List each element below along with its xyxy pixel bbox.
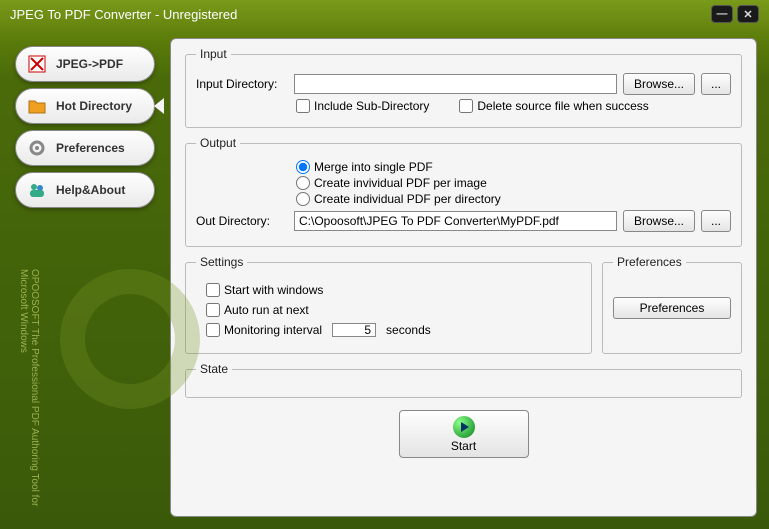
interval-value-field[interactable] <box>332 323 376 337</box>
auto-run-checkbox[interactable]: Auto run at next <box>206 303 581 317</box>
start-button[interactable]: Start <box>399 410 529 458</box>
nav-help-about[interactable]: Help&About <box>15 172 155 208</box>
people-icon <box>26 179 48 201</box>
start-with-windows-checkbox[interactable]: Start with windows <box>206 283 581 297</box>
input-legend: Input <box>196 47 231 61</box>
minimize-button[interactable]: — <box>711 5 733 23</box>
sidebar: JPEG->PDF Hot Directory Preferences Help… <box>0 28 170 529</box>
titlebar: JPEG To PDF Converter - Unregistered — ✕ <box>0 0 769 28</box>
preferences-button[interactable]: Preferences <box>613 297 731 319</box>
decorative-circle <box>60 269 200 409</box>
nav-jpeg-to-pdf[interactable]: JPEG->PDF <box>15 46 155 82</box>
folder-icon <box>26 95 48 117</box>
vertical-brand-text: OPOOSOFT The Professional PDF Authoring … <box>18 269 40 509</box>
play-icon <box>453 416 475 438</box>
state-group: State <box>185 362 742 398</box>
output-legend: Output <box>196 136 240 150</box>
input-browse-button[interactable]: Browse... <box>623 73 695 95</box>
monitoring-interval-checkbox[interactable] <box>206 323 220 337</box>
close-button[interactable]: ✕ <box>737 5 759 23</box>
radio-per-directory[interactable]: Create individual PDF per directory <box>296 192 731 206</box>
monitoring-interval-label: Monitoring interval <box>224 323 322 337</box>
gear-icon <box>26 137 48 159</box>
preferences-legend: Preferences <box>613 255 686 269</box>
seconds-label: seconds <box>386 323 431 337</box>
nav-hot-directory[interactable]: Hot Directory <box>15 88 155 124</box>
input-dir-label: Input Directory: <box>196 77 288 91</box>
settings-group: Settings Start with windows Auto run at … <box>185 255 592 354</box>
output-browse-button[interactable]: Browse... <box>623 210 695 232</box>
state-legend: State <box>196 362 232 376</box>
output-more-button[interactable]: ... <box>701 210 731 232</box>
nav-label: JPEG->PDF <box>56 57 123 71</box>
nav-preferences[interactable]: Preferences <box>15 130 155 166</box>
start-label: Start <box>451 439 476 453</box>
out-dir-field[interactable] <box>294 211 617 231</box>
nav-label: Preferences <box>56 141 125 155</box>
content-panel: Input Input Directory: Browse... ... Inc… <box>170 38 757 517</box>
input-more-button[interactable]: ... <box>701 73 731 95</box>
out-dir-label: Out Directory: <box>196 214 288 228</box>
delete-source-checkbox[interactable]: Delete source file when success <box>459 99 648 113</box>
pdf-icon <box>26 53 48 75</box>
input-group: Input Input Directory: Browse... ... Inc… <box>185 47 742 128</box>
radio-per-image[interactable]: Create invividual PDF per image <box>296 176 731 190</box>
input-dir-field[interactable] <box>294 74 617 94</box>
preferences-group: Preferences Preferences <box>602 255 742 354</box>
output-group: Output Merge into single PDF Create invi… <box>185 136 742 247</box>
nav-label: Help&About <box>56 183 125 197</box>
nav-label: Hot Directory <box>56 99 132 113</box>
window-title: JPEG To PDF Converter - Unregistered <box>10 7 707 22</box>
include-subdir-checkbox[interactable]: Include Sub-Directory <box>296 99 429 113</box>
radio-merge-single[interactable]: Merge into single PDF <box>296 160 731 174</box>
settings-legend: Settings <box>196 255 247 269</box>
